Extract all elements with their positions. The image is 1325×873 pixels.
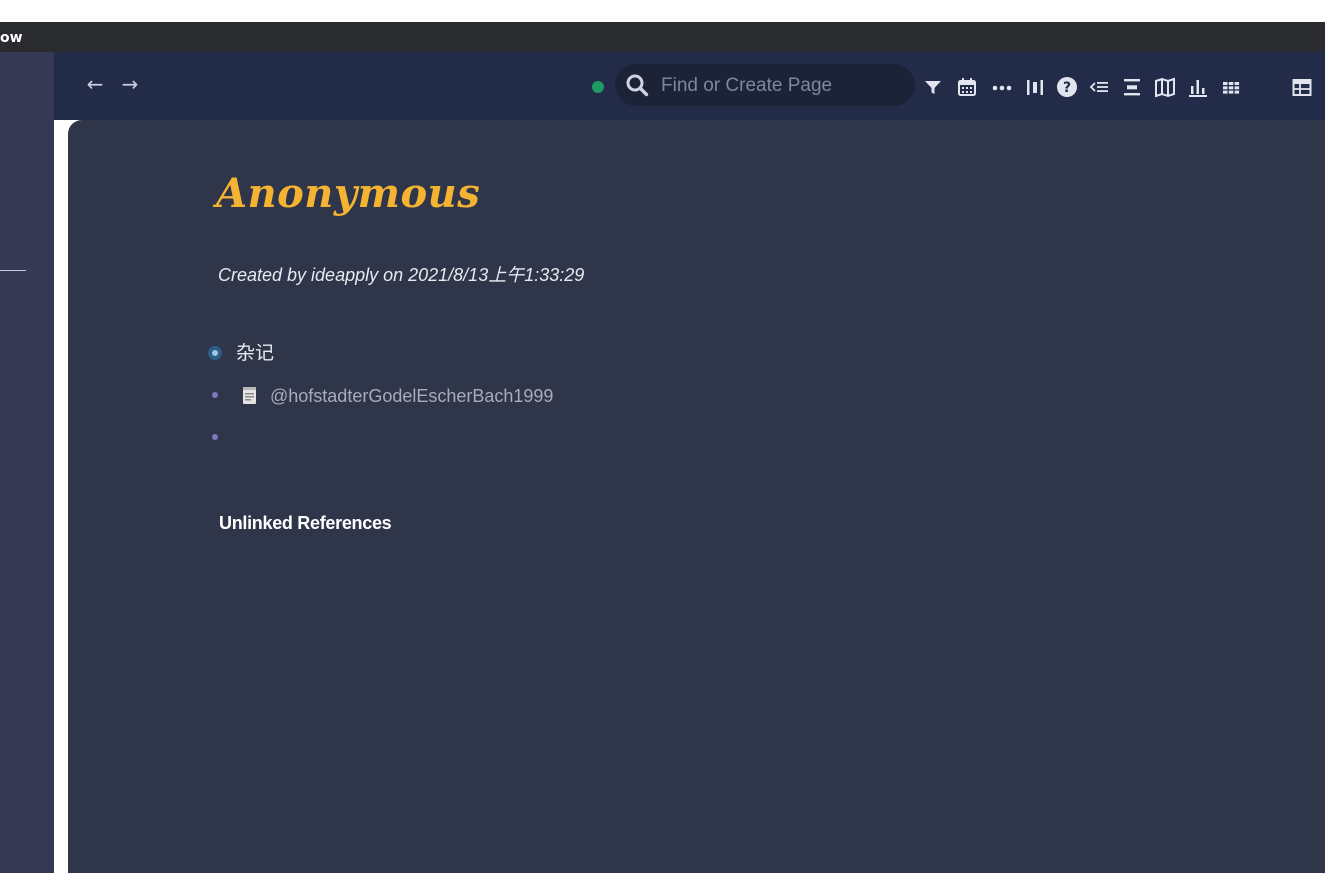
back-button[interactable]: ←: [83, 72, 107, 96]
align-center-icon[interactable]: [1121, 76, 1143, 98]
unlinked-references-header[interactable]: Unlinked References: [219, 513, 392, 534]
page-title[interactable]: Anonymous: [216, 170, 480, 217]
sync-status-indicator: [592, 81, 604, 93]
sidebar-divider: [0, 270, 26, 271]
search-bar[interactable]: [615, 64, 915, 106]
block-bullet[interactable]: [212, 392, 218, 398]
book-icon[interactable]: [1154, 76, 1176, 98]
note-icon: [243, 387, 256, 404]
search-input[interactable]: [659, 70, 903, 102]
block-bullet[interactable]: [208, 346, 222, 360]
grid-icon[interactable]: [1220, 76, 1242, 98]
block-content[interactable]: 杂记: [236, 340, 274, 368]
calendar-icon[interactable]: [956, 76, 978, 98]
page-content: Anonymous Created by ideapply on 2021/8/…: [68, 120, 1325, 873]
window-titlebar: ow: [0, 22, 1325, 52]
page-reference-link[interactable]: @hofstadterGodelEscherBach1999: [270, 382, 553, 410]
search-icon: [626, 74, 649, 97]
columns-icon[interactable]: [1024, 76, 1046, 98]
svg-text:?: ?: [1063, 80, 1071, 96]
page-created-info: Created by ideapply on 2021/8/13上午1:33:2…: [218, 265, 585, 285]
window-title: ow: [0, 30, 23, 46]
bar-chart-icon[interactable]: [1187, 76, 1209, 98]
help-icon[interactable]: ?: [1056, 76, 1078, 98]
filter-icon[interactable]: [922, 76, 944, 98]
table-icon[interactable]: [1291, 76, 1313, 98]
more-icon[interactable]: [990, 76, 1012, 98]
forward-button[interactable]: →: [118, 72, 142, 96]
left-sidebar: [0, 52, 54, 873]
block-bullet[interactable]: [212, 434, 218, 440]
top-toolbar: ← → ?: [54, 52, 1325, 120]
outdent-icon[interactable]: [1088, 76, 1110, 98]
